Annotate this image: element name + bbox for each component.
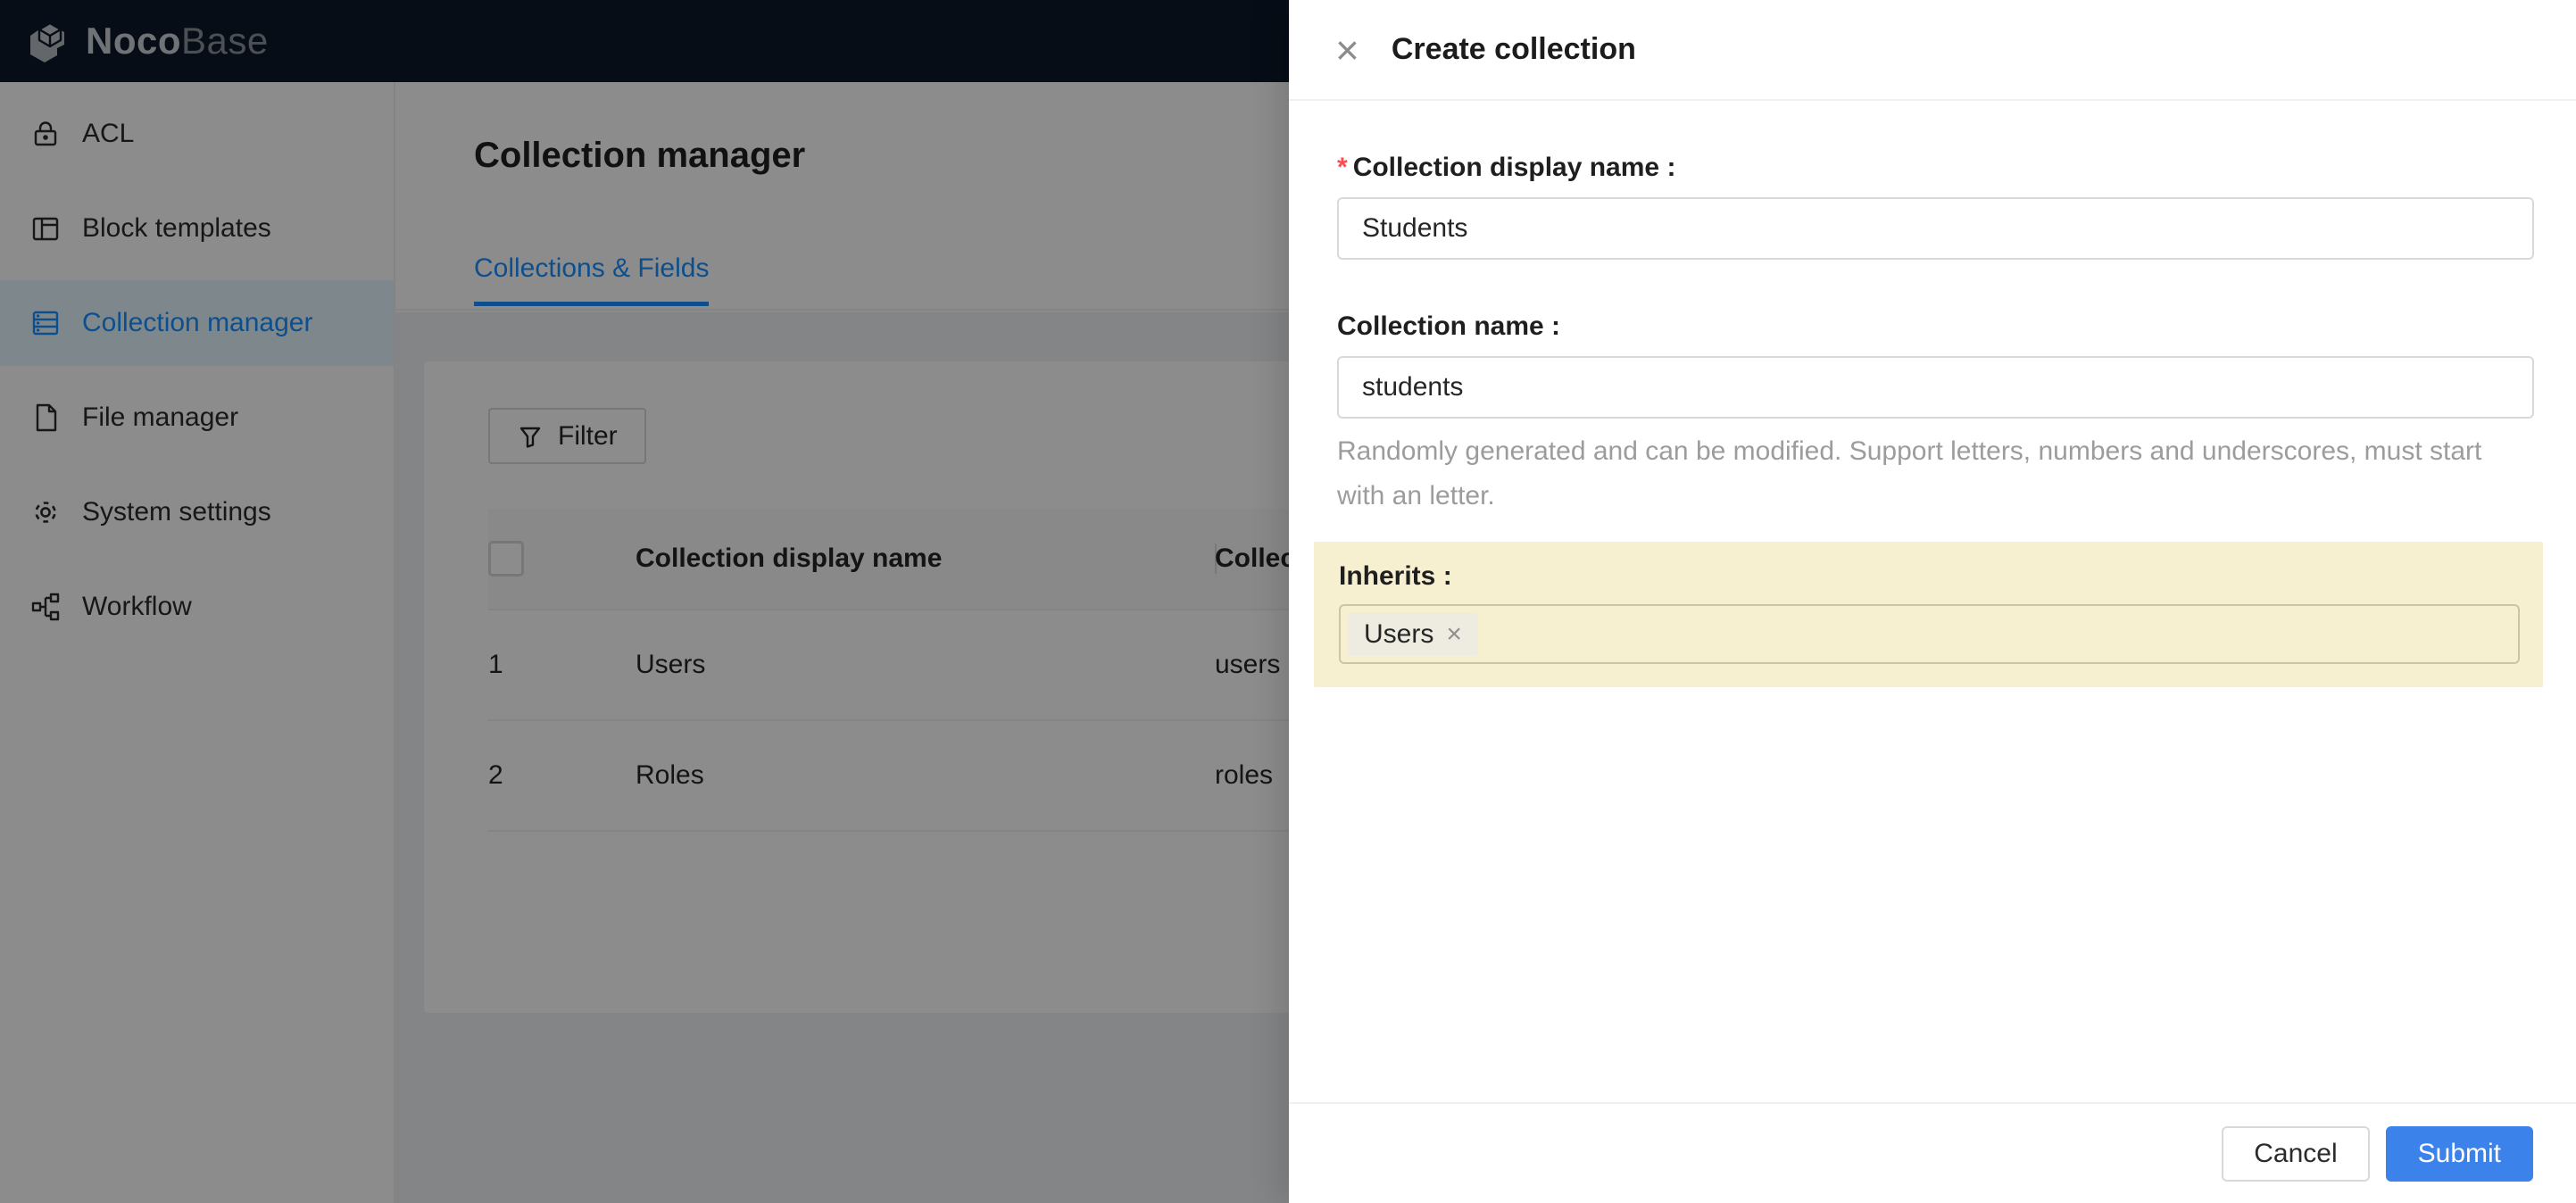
inherits-label: Inherits : bbox=[1339, 561, 1452, 591]
drawer-header: × Create collection bbox=[1289, 0, 2576, 101]
tag-remove-icon[interactable]: × bbox=[1446, 620, 1462, 648]
cancel-button[interactable]: Cancel bbox=[2222, 1125, 2370, 1182]
collection-name-help: Randomly generated and can be modified. … bbox=[1337, 436, 2482, 510]
required-asterisk: * bbox=[1337, 153, 1348, 182]
inherits-field-highlight: Inherits : Users × bbox=[1314, 542, 2543, 687]
collection-name-input[interactable] bbox=[1337, 356, 2534, 419]
app-screen: NocoBase ACL Block templates Collection … bbox=[0, 0, 2576, 1203]
display-name-input[interactable] bbox=[1337, 197, 2534, 260]
drawer-body: *Collection display name : Collection na… bbox=[1289, 101, 2576, 1102]
tag-label: Users bbox=[1364, 618, 1434, 649]
inherits-tag-users: Users × bbox=[1348, 612, 1478, 656]
collection-name-label: Collection name : bbox=[1337, 311, 1561, 341]
display-name-label: * Collection display name : bbox=[1337, 153, 1676, 182]
drawer-footer: Cancel Submit bbox=[1289, 1102, 2576, 1203]
submit-button[interactable]: Submit bbox=[2385, 1125, 2533, 1182]
close-icon[interactable]: × bbox=[1332, 29, 1363, 71]
inherits-select[interactable]: Users × bbox=[1339, 604, 2520, 664]
drawer-title: Create collection bbox=[1391, 32, 1636, 66]
create-collection-drawer: × Create collection * Collection display … bbox=[1289, 0, 2576, 1203]
